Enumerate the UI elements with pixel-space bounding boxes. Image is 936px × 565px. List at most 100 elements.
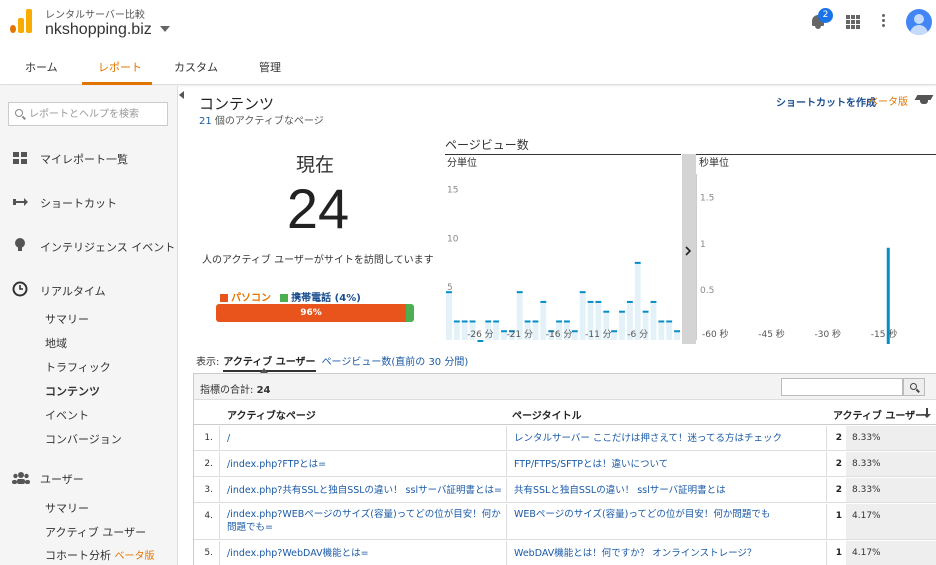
col-page-title[interactable]: ページタイトル: [512, 407, 582, 422]
device-share-bar: 96%: [216, 304, 414, 322]
education-cap-icon[interactable]: [914, 93, 934, 105]
row-number: 3.: [194, 478, 220, 502]
sidebar-item-users-summary[interactable]: サマリー: [45, 500, 89, 516]
minute-bar: [595, 300, 602, 303]
row-count: 2: [826, 426, 846, 450]
minute-chart-label: 分単位: [447, 156, 477, 169]
more-options-icon[interactable]: [882, 14, 886, 28]
display-active-users[interactable]: アクティブ ユーザー: [223, 357, 316, 372]
minute-bar: [477, 340, 484, 342]
sidebar-item-rt-events[interactable]: イベント: [45, 407, 89, 423]
pageviews-chart-svg: 分単位 秒単位 15105-26 分 -21 分 -16 分 -11 分 -6 分 1.…: [445, 154, 936, 344]
analytics-logo[interactable]: [10, 9, 32, 33]
row-title-cell: 共有SSLと独自SSLの違い！ sslサーバ証明書とは: [506, 478, 826, 502]
minute-bar: [485, 320, 492, 323]
minute-bar: [469, 320, 476, 323]
sidebar-item-rt-traffic[interactable]: トラフィック: [45, 359, 111, 375]
shortcut-beta-badge: ベータ版: [868, 97, 908, 108]
second-y-tick: 1: [700, 240, 706, 250]
row-page-link[interactable]: /: [227, 432, 502, 445]
sidebar-item-rt-content[interactable]: コンテンツ: [45, 383, 100, 399]
create-shortcut-link[interactable]: ショートカットを作成: [776, 94, 876, 109]
minute-bar: [658, 320, 665, 323]
account-dropdown-icon[interactable]: [160, 26, 170, 32]
minute-bar-area: [446, 291, 452, 340]
row-title-link[interactable]: WEBページのサイズ(容量)ってどの位が目安！何か問題でも: [514, 508, 782, 521]
apps-grid-icon[interactable]: [846, 15, 860, 29]
sidebar-item-rt-summary[interactable]: サマリー: [45, 311, 89, 327]
sidebar-item-realtime[interactable]: リアルタイム: [40, 283, 106, 299]
minute-bar-area: [493, 320, 500, 340]
col-active-page[interactable]: アクティブなページ: [227, 407, 316, 422]
row-page-link[interactable]: /index.php?WebDAV機能とは=: [227, 547, 502, 560]
notification-badge[interactable]: 2: [818, 8, 833, 23]
property-group-name[interactable]: レンタルサーバー比較: [45, 6, 145, 21]
sidebar-item-shortcuts[interactable]: ショートカット: [40, 195, 117, 211]
cohort-label: コホート分析: [45, 549, 111, 562]
avatar[interactable]: [906, 9, 932, 35]
minute-bar: [493, 320, 500, 323]
row-page-link[interactable]: /index.php?FTPとは=: [227, 458, 502, 471]
users-icon: [12, 470, 30, 486]
row-page-link[interactable]: /index.php?共有SSLと独自SSLの違い！ sslサーバ証明書とは=: [227, 484, 502, 497]
table-search-input[interactable]: [781, 378, 903, 396]
sidebar-item-cohort[interactable]: コホート分析 ベータ版: [45, 547, 155, 563]
minute-bar: [571, 330, 578, 333]
row-page-link[interactable]: /index.php?WEBページのサイズ(容量)ってどの位が目安！何か問題でも…: [227, 508, 502, 534]
sidebar-item-users[interactable]: ユーザー: [40, 471, 84, 487]
tab-admin[interactable]: 管理: [259, 59, 281, 75]
sidebar-item-my-reports[interactable]: マイレポート一覧: [40, 151, 128, 167]
search-icon: [15, 109, 23, 117]
row-percent: 4.17%: [846, 504, 936, 539]
sidebar-item-rt-conversions[interactable]: コンバージョン: [45, 431, 122, 447]
row-title-link[interactable]: FTP/FTPS/SFTPとは！違いについて: [514, 458, 782, 471]
clock-icon: [12, 281, 28, 297]
second-x-tick: -45 秒: [758, 328, 785, 340]
tab-reports[interactable]: レポート: [98, 59, 142, 75]
row-title-link[interactable]: 共有SSLと独自SSLの違い！ sslサーバ証明書とは: [514, 484, 782, 497]
active-pages-count: 21: [199, 116, 212, 127]
display-pageviews[interactable]: ページビュー数(直前の 30 分間): [322, 357, 469, 368]
table-row: 4. /index.php?WEBページのサイズ(容量)ってどの位が目安！何か問…: [194, 504, 936, 540]
second-x-tick: -30 秒: [814, 328, 841, 340]
row-number: 1.: [194, 426, 220, 450]
main-content: コンテンツ 21 個のアクティブなページ ショートカットを作成 ベータ版 現在 …: [192, 86, 936, 565]
row-number: 2.: [194, 452, 220, 476]
sort-desc-icon[interactable]: [923, 408, 931, 418]
minute-bar: [579, 291, 586, 294]
now-label: 現在: [296, 154, 335, 176]
property-name[interactable]: nkshopping.biz: [45, 21, 152, 39]
totals-label: 指標の合計: 24: [200, 381, 270, 396]
mobile-legend: 携帯電話 (4%): [291, 293, 361, 304]
row-number: 5.: [194, 541, 220, 565]
table-row: 3. /index.php?共有SSLと独自SSLの違い！ sslサーバ証明書と…: [194, 478, 936, 503]
row-title-cell: FTP/FTPS/SFTPとは！違いについて: [506, 452, 826, 476]
main-nav-tabs: ホーム レポート カスタム 管理: [0, 45, 936, 85]
sidebar-item-intelligence[interactable]: インテリジェンス イベント: [40, 239, 175, 255]
sidebar-search-input[interactable]: [29, 106, 165, 122]
sidebar: マイレポート一覧 ショートカット インテリジェンス イベント リアルタイム サマ…: [0, 86, 178, 565]
tab-home[interactable]: ホーム: [25, 59, 58, 75]
minute-bar: [532, 320, 539, 323]
top-bar: レンタルサーバー比較 nkshopping.biz 2: [0, 0, 936, 45]
collapse-sidebar-icon[interactable]: [179, 90, 187, 100]
sidebar-item-active-users[interactable]: アクティブ ユーザー: [45, 524, 146, 540]
minute-x-tick: -11 分: [585, 329, 612, 340]
row-title-link[interactable]: レンタルサーバー ここだけは押さえて！迷ってる方はチェック: [514, 432, 782, 445]
minute-bar: [453, 320, 460, 323]
minute-bar-area: [666, 320, 673, 340]
col-active-users[interactable]: アクティブ ユーザー: [833, 407, 925, 422]
minute-bar: [516, 291, 523, 294]
row-title-link[interactable]: WebDAV機能とは！何ですか？ オンラインストレージ？: [514, 547, 782, 560]
sidebar-item-rt-location[interactable]: 地域: [45, 335, 67, 351]
minute-bar: [446, 291, 452, 294]
minute-bar: [587, 300, 594, 303]
row-percent: 8.33%: [846, 478, 936, 502]
tab-custom[interactable]: カスタム: [174, 59, 218, 75]
row-count: 2: [826, 478, 846, 502]
minute-y-tick: 15: [447, 186, 458, 196]
minute-bar: [540, 300, 547, 303]
table-header: アクティブなページ ページタイトル アクティブ ユーザー: [194, 401, 936, 425]
lightbulb-icon: [12, 237, 28, 253]
table-search-button[interactable]: [903, 378, 925, 396]
